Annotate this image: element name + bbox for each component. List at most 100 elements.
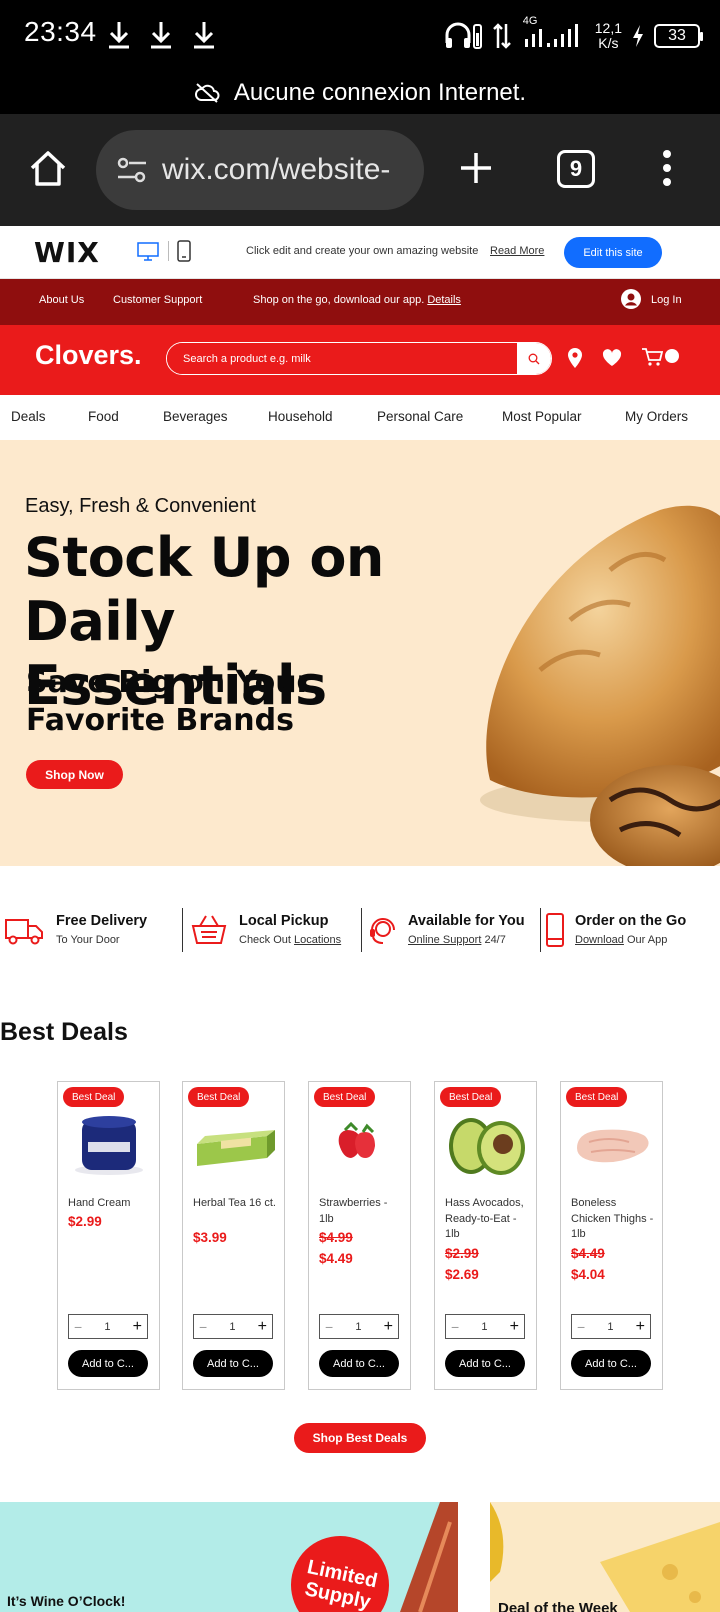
add-to-cart-button[interactable]: Add to C... xyxy=(193,1350,273,1377)
add-to-cart-button[interactable]: Add to C... xyxy=(68,1350,148,1377)
product-price: $3.99 xyxy=(193,1230,227,1245)
wix-banner: WIX Click edit and create your own amazi… xyxy=(0,226,720,279)
offline-text: Aucune connexion Internet. xyxy=(233,79,527,106)
quantity-stepper[interactable]: − 1 + xyxy=(319,1314,399,1339)
details-link[interactable]: Details xyxy=(427,294,461,306)
minus-icon[interactable]: − xyxy=(199,1319,207,1335)
cloud-off-icon xyxy=(194,83,220,103)
quantity-stepper[interactable]: − 1 + xyxy=(571,1314,651,1339)
plus-icon[interactable]: + xyxy=(510,1318,519,1336)
nav-food[interactable]: Food xyxy=(88,409,119,424)
shop-now-button[interactable]: Shop Now xyxy=(26,760,123,789)
plus-icon[interactable]: + xyxy=(384,1318,393,1336)
minus-icon[interactable]: − xyxy=(74,1319,82,1335)
product-image xyxy=(338,1121,375,1158)
plus-icon[interactable]: + xyxy=(133,1318,142,1336)
download-icon xyxy=(109,22,129,49)
user-icon[interactable] xyxy=(621,289,641,309)
feature-title: Free Delivery xyxy=(56,913,148,929)
more-menu-icon[interactable] xyxy=(661,148,673,188)
product-old-price: $4.49 xyxy=(571,1246,605,1261)
plus-icon[interactable]: + xyxy=(258,1318,267,1336)
quantity-value[interactable]: 1 xyxy=(355,1321,361,1333)
product-price: $2.99 xyxy=(68,1214,102,1229)
product-name[interactable]: Boneless Chicken Thighs - 1lb xyxy=(571,1196,657,1243)
charging-icon xyxy=(633,25,643,47)
nav-household[interactable]: Household xyxy=(268,409,333,424)
product-card[interactable]: Best Deal Hand Cream $2.99 − 1 + Add to C.… xyxy=(57,1081,160,1390)
new-tab-icon[interactable] xyxy=(458,150,494,186)
product-name[interactable]: Herbal Tea 16 ct. xyxy=(193,1196,279,1212)
product-card[interactable]: Best Deal Strawberries - 1lb $4.99 $4.49… xyxy=(308,1081,411,1390)
quantity-value[interactable]: 1 xyxy=(229,1321,235,1333)
quantity-value[interactable]: 1 xyxy=(607,1321,613,1333)
product-card[interactable]: Best Deal Herbal Tea 16 ct. $3.99 − 1 + Ad… xyxy=(182,1081,285,1390)
quantity-value[interactable]: 1 xyxy=(481,1321,487,1333)
deal-badge: Best Deal xyxy=(440,1087,502,1107)
minus-icon[interactable]: − xyxy=(325,1319,333,1335)
wine-promo-banner[interactable]: Limited Supply It’s Wine O’Clock! xyxy=(0,1502,458,1612)
top-nav: About Us Customer Support Shop on the go… xyxy=(0,279,720,325)
desktop-view-icon[interactable] xyxy=(137,242,159,262)
location-pin-icon[interactable] xyxy=(567,347,583,369)
login-link[interactable]: Log In xyxy=(651,294,682,306)
add-to-cart-button[interactable]: Add to C... xyxy=(571,1350,651,1377)
home-icon[interactable] xyxy=(28,148,68,188)
brand-logo[interactable]: Clovers. xyxy=(35,340,142,371)
headphones-battery-icon xyxy=(445,22,482,49)
read-more-link[interactable]: Read More xyxy=(490,245,544,257)
wix-logo[interactable]: WIX xyxy=(34,236,100,269)
bread-image xyxy=(480,505,720,866)
nav-most-popular[interactable]: Most Popular xyxy=(502,409,582,424)
product-name[interactable]: Hass Avocados, Ready-to-Eat - 1lb xyxy=(445,1196,531,1243)
search-button[interactable] xyxy=(517,343,551,374)
plus-icon[interactable]: + xyxy=(636,1318,645,1336)
feature-subtitle: Check Out Locations xyxy=(239,934,342,946)
search-bar[interactable]: Search a product e.g. milk xyxy=(166,342,552,375)
download-link[interactable]: Download xyxy=(575,934,624,946)
quantity-stepper[interactable]: − 1 + xyxy=(445,1314,525,1339)
product-card[interactable]: Best Deal Boneless Chicken Thighs - 1lb … xyxy=(560,1081,663,1390)
site-settings-icon[interactable] xyxy=(116,155,148,185)
download-icon xyxy=(151,22,171,49)
add-to-cart-button[interactable]: Add to C... xyxy=(445,1350,525,1377)
deal-week-title: Deal of the Week xyxy=(498,1600,618,1612)
nav-deals[interactable]: Deals xyxy=(11,409,46,424)
feature-free-delivery: Free Delivery To Your Door xyxy=(0,908,180,954)
nav-personal-care[interactable]: Personal Care xyxy=(377,409,463,424)
add-to-cart-button[interactable]: Add to C... xyxy=(319,1350,399,1377)
cart-icon[interactable] xyxy=(641,347,663,367)
online-support-link[interactable]: Online Support xyxy=(408,934,481,946)
address-bar[interactable]: wix.com/website- xyxy=(96,130,424,210)
product-name[interactable]: Strawberries - 1lb xyxy=(319,1196,405,1227)
feature-subtitle: Download Our App xyxy=(575,934,668,946)
about-link[interactable]: About Us xyxy=(39,294,84,306)
quantity-stepper[interactable]: − 1 + xyxy=(193,1314,273,1339)
nav-my-orders[interactable]: My Orders xyxy=(625,409,688,424)
wix-message: Click edit and create your own amazing w… xyxy=(246,245,479,257)
search-input[interactable]: Search a product e.g. milk xyxy=(167,343,517,374)
minus-icon[interactable]: − xyxy=(577,1319,585,1335)
quantity-stepper[interactable]: − 1 + xyxy=(68,1314,148,1339)
product-price: $4.04 xyxy=(571,1267,605,1282)
headset-icon xyxy=(370,918,395,944)
divider xyxy=(168,241,169,261)
feature-support: Available for You Online Support 24/7 xyxy=(362,908,540,954)
mobile-view-icon[interactable] xyxy=(177,240,191,262)
edit-site-button[interactable]: Edit this site xyxy=(564,237,662,268)
nav-beverages[interactable]: Beverages xyxy=(163,409,228,424)
minus-icon[interactable]: − xyxy=(451,1319,459,1335)
deal-week-banner[interactable]: Deal of the Week xyxy=(490,1502,720,1612)
product-name[interactable]: Hand Cream xyxy=(68,1196,154,1212)
product-image xyxy=(577,1129,649,1163)
support-link[interactable]: Customer Support xyxy=(113,294,202,306)
locations-link[interactable]: Locations xyxy=(294,934,341,946)
shop-best-deals-button[interactable]: Shop Best Deals xyxy=(294,1423,426,1453)
deal-badge: Best Deal xyxy=(63,1087,125,1107)
wine-bottle-image xyxy=(400,1502,458,1612)
heart-icon[interactable] xyxy=(602,349,622,367)
quantity-value[interactable]: 1 xyxy=(104,1321,110,1333)
tab-switcher-button[interactable]: 9 xyxy=(557,150,595,188)
product-card[interactable]: Best Deal Hass Avocados, Ready-to-Eat - … xyxy=(434,1081,537,1390)
section-heading: Best Deals xyxy=(0,1018,128,1046)
